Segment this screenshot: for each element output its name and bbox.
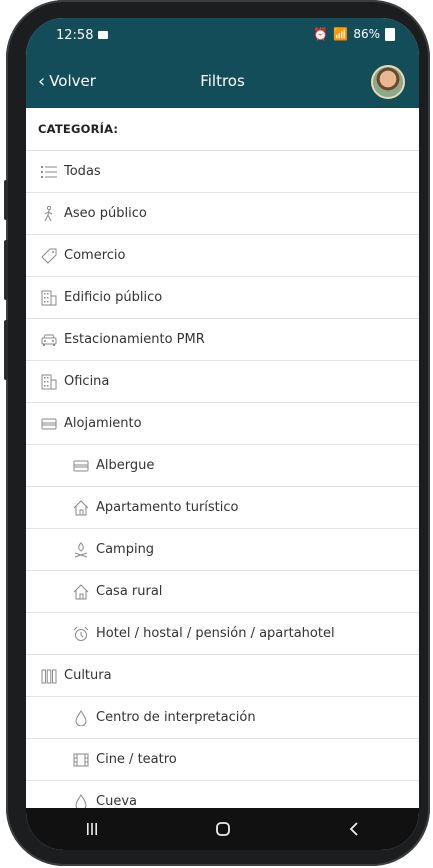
back-icon xyxy=(349,822,358,836)
category-item[interactable]: Comercio xyxy=(26,235,419,277)
bed-icon xyxy=(38,416,60,432)
alarm-clock-icon xyxy=(70,626,92,642)
app-header: ‹ Volver Filtros xyxy=(26,58,419,108)
category-item-label: Albergue xyxy=(96,458,155,473)
category-item[interactable]: Apartamento turístico xyxy=(26,487,419,529)
category-item[interactable]: Albergue xyxy=(26,445,419,487)
building-icon xyxy=(38,290,60,306)
filter-list: CATEGORÍA: Todas Aseo público Comercio Edif… xyxy=(26,108,419,808)
side-button xyxy=(4,240,8,300)
category-item-label: Oficina xyxy=(64,374,110,389)
category-item[interactable]: Hotel / hostal / pensión / apartahotel xyxy=(26,613,419,655)
house-icon xyxy=(70,499,92,516)
category-item-label: Edificio público xyxy=(64,290,163,305)
campfire-icon xyxy=(70,541,92,558)
category-item[interactable]: Estacionamiento PMR xyxy=(26,319,419,361)
drop-icon xyxy=(70,709,92,726)
category-item-label: Apartamento turístico xyxy=(96,500,239,515)
building-icon xyxy=(38,374,60,390)
tag-icon xyxy=(38,248,60,264)
list-icon xyxy=(38,164,60,180)
columns-icon xyxy=(38,668,60,684)
category-item[interactable]: Edificio público xyxy=(26,277,419,319)
alarm-icon: ⏰ xyxy=(313,27,329,41)
side-button xyxy=(4,320,8,380)
status-icons: ⏰ 📶 86% xyxy=(313,27,395,41)
person-walking-icon xyxy=(38,205,60,222)
category-item[interactable]: Oficina xyxy=(26,361,419,403)
system-navbar xyxy=(26,808,419,850)
category-item[interactable]: Cueva xyxy=(26,781,419,808)
category-item[interactable]: Todas xyxy=(26,151,419,193)
phone-frame: 12:58 ⏰ 📶 86% ‹ Volver Filtros CATEGORÍA… xyxy=(4,0,430,866)
category-item[interactable]: Cine / teatro xyxy=(26,739,419,781)
category-item[interactable]: Aseo público xyxy=(26,193,419,235)
category-item[interactable]: Centro de interpretación xyxy=(26,697,419,739)
recent-apps-icon xyxy=(86,823,97,835)
car-icon xyxy=(38,332,60,348)
category-item-label: Aseo público xyxy=(64,206,147,221)
category-item-label: Todas xyxy=(64,164,101,179)
category-item-label: Cine / teatro xyxy=(96,752,177,767)
status-bar: 12:58 ⏰ 📶 86% xyxy=(26,18,419,58)
category-item-label: Comercio xyxy=(64,248,126,263)
category-item-label: Casa rural xyxy=(96,584,163,599)
category-item-label: Cueva xyxy=(96,794,137,808)
gallery-notification-icon xyxy=(98,31,108,39)
screen: 12:58 ⏰ 📶 86% ‹ Volver Filtros CATEGORÍA… xyxy=(26,18,419,850)
drop-icon xyxy=(70,793,92,808)
battery-percent: 86% xyxy=(353,27,380,41)
avatar[interactable] xyxy=(371,65,405,99)
film-icon xyxy=(70,752,92,768)
battery-icon xyxy=(385,27,395,41)
category-item-label: Alojamiento xyxy=(64,416,142,431)
wifi-icon: 📶 xyxy=(333,27,349,41)
category-item-label: Cultura xyxy=(64,668,112,683)
category-item[interactable]: Cultura xyxy=(26,655,419,697)
back-nav-button[interactable] xyxy=(324,814,384,844)
category-item-label: Estacionamiento PMR xyxy=(64,332,205,347)
category-item-label: Camping xyxy=(96,542,155,557)
category-item[interactable]: Camping xyxy=(26,529,419,571)
category-item[interactable]: Casa rural xyxy=(26,571,419,613)
status-time: 12:58 xyxy=(56,28,94,43)
page-title: Filtros xyxy=(200,72,245,90)
category-item-label: Hotel / hostal / pensión / apartahotel xyxy=(96,626,335,641)
category-item-label: Centro de interpretación xyxy=(96,710,256,725)
category-item[interactable]: Alojamiento xyxy=(26,403,419,445)
home-icon xyxy=(215,822,230,836)
category-heading: CATEGORÍA: xyxy=(26,108,419,151)
home-button[interactable] xyxy=(193,814,253,844)
house-icon xyxy=(70,583,92,600)
side-button xyxy=(4,180,8,220)
recent-apps-button[interactable] xyxy=(62,814,122,844)
bed-icon xyxy=(70,458,92,474)
